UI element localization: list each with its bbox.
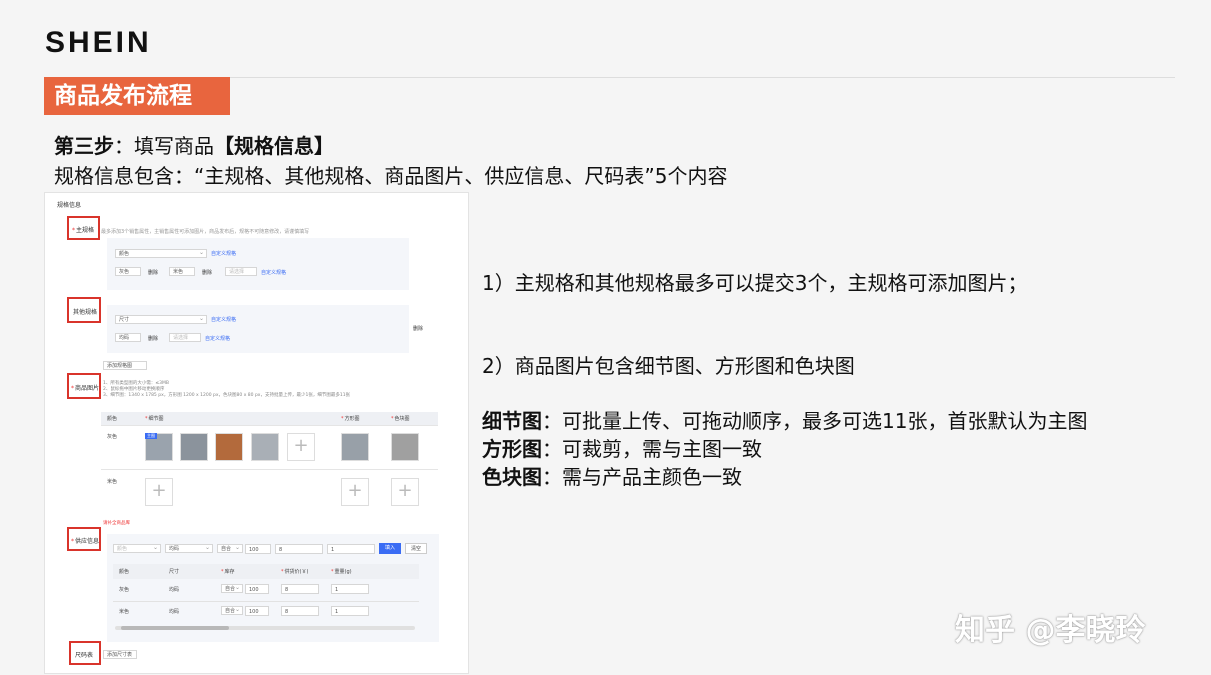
swatch-thumb[interactable] bbox=[391, 433, 419, 461]
main-spec-box bbox=[107, 238, 409, 290]
supply-col-size: 尺寸 bbox=[169, 569, 180, 575]
delete-spec-group[interactable]: 删除 bbox=[413, 325, 423, 332]
supply-col-color: 颜色 bbox=[119, 569, 130, 575]
swatch-image-note: 色块图：需与产品主颜色一致 bbox=[482, 461, 742, 490]
images-hint-3: 3、细节图：1340 x 1785 px，方形图 1200 x 1200 px，… bbox=[103, 393, 351, 398]
supply-filter-stock[interactable]: 自合 bbox=[217, 543, 243, 553]
value-beige[interactable]: 米色 bbox=[169, 267, 195, 276]
img-col-square: 方形图 bbox=[341, 415, 360, 422]
custom-spec-link-4[interactable]: 自定义规格 bbox=[205, 335, 230, 342]
panel-header: 规格信息 bbox=[57, 202, 82, 209]
supply-filter-weight[interactable]: 1 bbox=[327, 544, 375, 554]
zhihu-watermark: 知乎 @李晓玲 bbox=[955, 613, 1146, 648]
please-select-input[interactable]: 请选择 bbox=[225, 267, 257, 276]
delete-link-3[interactable]: 删除 bbox=[148, 335, 158, 342]
supply-filter-qty[interactable]: 100 bbox=[245, 544, 271, 554]
swatch-image-term: 色块图 bbox=[482, 465, 542, 489]
supply-warning: 请补全商品库 bbox=[103, 521, 130, 526]
supply-filter-price[interactable]: 8 bbox=[275, 544, 323, 554]
supply-table-header bbox=[113, 564, 419, 579]
step-bracket: 【规格信息】 bbox=[214, 134, 334, 158]
size-chart-label: 尺码表 bbox=[75, 652, 94, 659]
img-row-beige: 米色 bbox=[107, 479, 118, 485]
main-image-badge: 主图 bbox=[145, 433, 157, 439]
img-col-detail: 细节图 bbox=[145, 415, 164, 422]
supply-row1-stock[interactable]: 100 bbox=[245, 584, 269, 594]
other-spec-box bbox=[107, 305, 409, 353]
detail-thumb-4[interactable] bbox=[251, 433, 279, 461]
supply-filter-color[interactable]: 颜色 bbox=[113, 543, 161, 553]
note-image-types: 2）商品图片包含细节图、方形图和色块图 bbox=[482, 354, 855, 378]
add-square-image-button[interactable]: + bbox=[341, 478, 369, 506]
main-spec-label: 主规格 bbox=[72, 225, 94, 234]
row-divider-2 bbox=[101, 469, 438, 470]
supply-row2-color: 米色 bbox=[119, 609, 130, 615]
supply-row-divider bbox=[113, 601, 419, 602]
step-prefix: 第三步 bbox=[54, 134, 114, 158]
color-select[interactable]: 颜色 bbox=[115, 248, 207, 258]
supply-row2-stock-select[interactable]: 自合 bbox=[221, 605, 243, 615]
size-select[interactable]: 尺寸 bbox=[115, 314, 207, 324]
step-colon: ：填写商品 bbox=[114, 134, 214, 158]
images-label: 商品图片 bbox=[71, 383, 99, 392]
square-image-text: ：可裁剪，需与主图一致 bbox=[542, 437, 762, 461]
supply-col-price: 供货价(￥) bbox=[281, 568, 309, 575]
img-col-color: 颜色 bbox=[107, 416, 118, 422]
fill-button[interactable]: 填入 bbox=[379, 543, 401, 554]
supply-col-weight: 重量(g) bbox=[331, 568, 352, 575]
value-onesize[interactable]: 均码 bbox=[115, 333, 141, 342]
row-divider bbox=[101, 425, 438, 426]
supply-row2-price[interactable]: 8 bbox=[281, 606, 319, 616]
supply-scrollbar-track[interactable] bbox=[115, 626, 415, 630]
supply-row1-color: 灰色 bbox=[119, 587, 130, 593]
supply-row2-weight[interactable]: 1 bbox=[331, 606, 369, 616]
add-spec-button[interactable]: 添加规格图 bbox=[103, 361, 147, 370]
square-image-term: 方形图 bbox=[482, 437, 542, 461]
supply-row1-weight[interactable]: 1 bbox=[331, 584, 369, 594]
detail-image-note: 细节图：可批量上传、可拖动顺序，最多可选11张，首张默认为主图 bbox=[482, 405, 1087, 434]
step-description: 规格信息包含：“主规格、其他规格、商品图片、供应信息、尺码表”5个内容 bbox=[54, 164, 728, 188]
img-row-grey: 灰色 bbox=[107, 434, 118, 440]
detail-thumb-3[interactable] bbox=[215, 433, 243, 461]
supply-row1-price[interactable]: 8 bbox=[281, 584, 319, 594]
detail-thumb-2[interactable] bbox=[180, 433, 208, 461]
add-swatch-image-button[interactable]: + bbox=[391, 478, 419, 506]
swatch-image-text: ：需与产品主颜色一致 bbox=[542, 465, 742, 489]
img-col-swatch: 色块图 bbox=[391, 415, 410, 422]
main-spec-hint: 最多添加3个销售属性，主销售属性可添加图片，商品发布后，规格不可随意修改，请谨慎… bbox=[101, 229, 310, 235]
note-spec-limit: 1）主规格和其他规格最多可以提交3个，主规格可添加图片； bbox=[482, 271, 1028, 295]
custom-spec-link[interactable]: 自定义规格 bbox=[211, 250, 236, 257]
square-image-note: 方形图：可裁剪，需与主图一致 bbox=[482, 433, 762, 462]
supply-row2-stock[interactable]: 100 bbox=[245, 606, 269, 616]
detail-image-term: 细节图 bbox=[482, 409, 542, 433]
custom-spec-link-3[interactable]: 自定义规格 bbox=[211, 316, 236, 323]
other-spec-label: 其他规格 bbox=[73, 309, 98, 316]
supply-col-stock: 库存 bbox=[221, 568, 235, 575]
supply-row2-size: 均码 bbox=[169, 609, 180, 615]
custom-spec-link-2[interactable]: 自定义规格 bbox=[261, 269, 286, 276]
spec-form-screenshot: 规格信息 主规格 最多添加3个销售属性，主销售属性可添加图片，商品发布后，规格不… bbox=[44, 192, 469, 674]
section-title: 商品发布流程 bbox=[44, 77, 230, 115]
supply-filter-size[interactable]: 均码 bbox=[165, 543, 213, 553]
square-thumb[interactable] bbox=[341, 433, 369, 461]
delete-link-2[interactable]: 删除 bbox=[202, 269, 212, 276]
value-grey[interactable]: 灰色 bbox=[115, 267, 141, 276]
add-detail-image-button[interactable]: + bbox=[287, 433, 315, 461]
detail-image-text: ：可批量上传、可拖动顺序，最多可选11张，首张默认为主图 bbox=[542, 409, 1088, 433]
supply-scrollbar-thumb[interactable] bbox=[121, 626, 229, 630]
add-detail-image-button-2[interactable]: + bbox=[145, 478, 173, 506]
step-title: 第三步：填写商品【规格信息】 bbox=[54, 130, 334, 159]
please-select-input-2[interactable]: 请选择 bbox=[169, 333, 201, 342]
supply-row1-stock-select[interactable]: 自合 bbox=[221, 583, 243, 593]
clear-button[interactable]: 清空 bbox=[405, 543, 427, 554]
add-size-chart-button[interactable]: 添加尺寸表 bbox=[103, 650, 137, 659]
delete-link[interactable]: 删除 bbox=[148, 269, 158, 276]
supply-row1-size: 均码 bbox=[169, 587, 180, 593]
shein-logo: SHEIN bbox=[45, 26, 152, 59]
supply-label: 供应信息 bbox=[71, 536, 99, 545]
